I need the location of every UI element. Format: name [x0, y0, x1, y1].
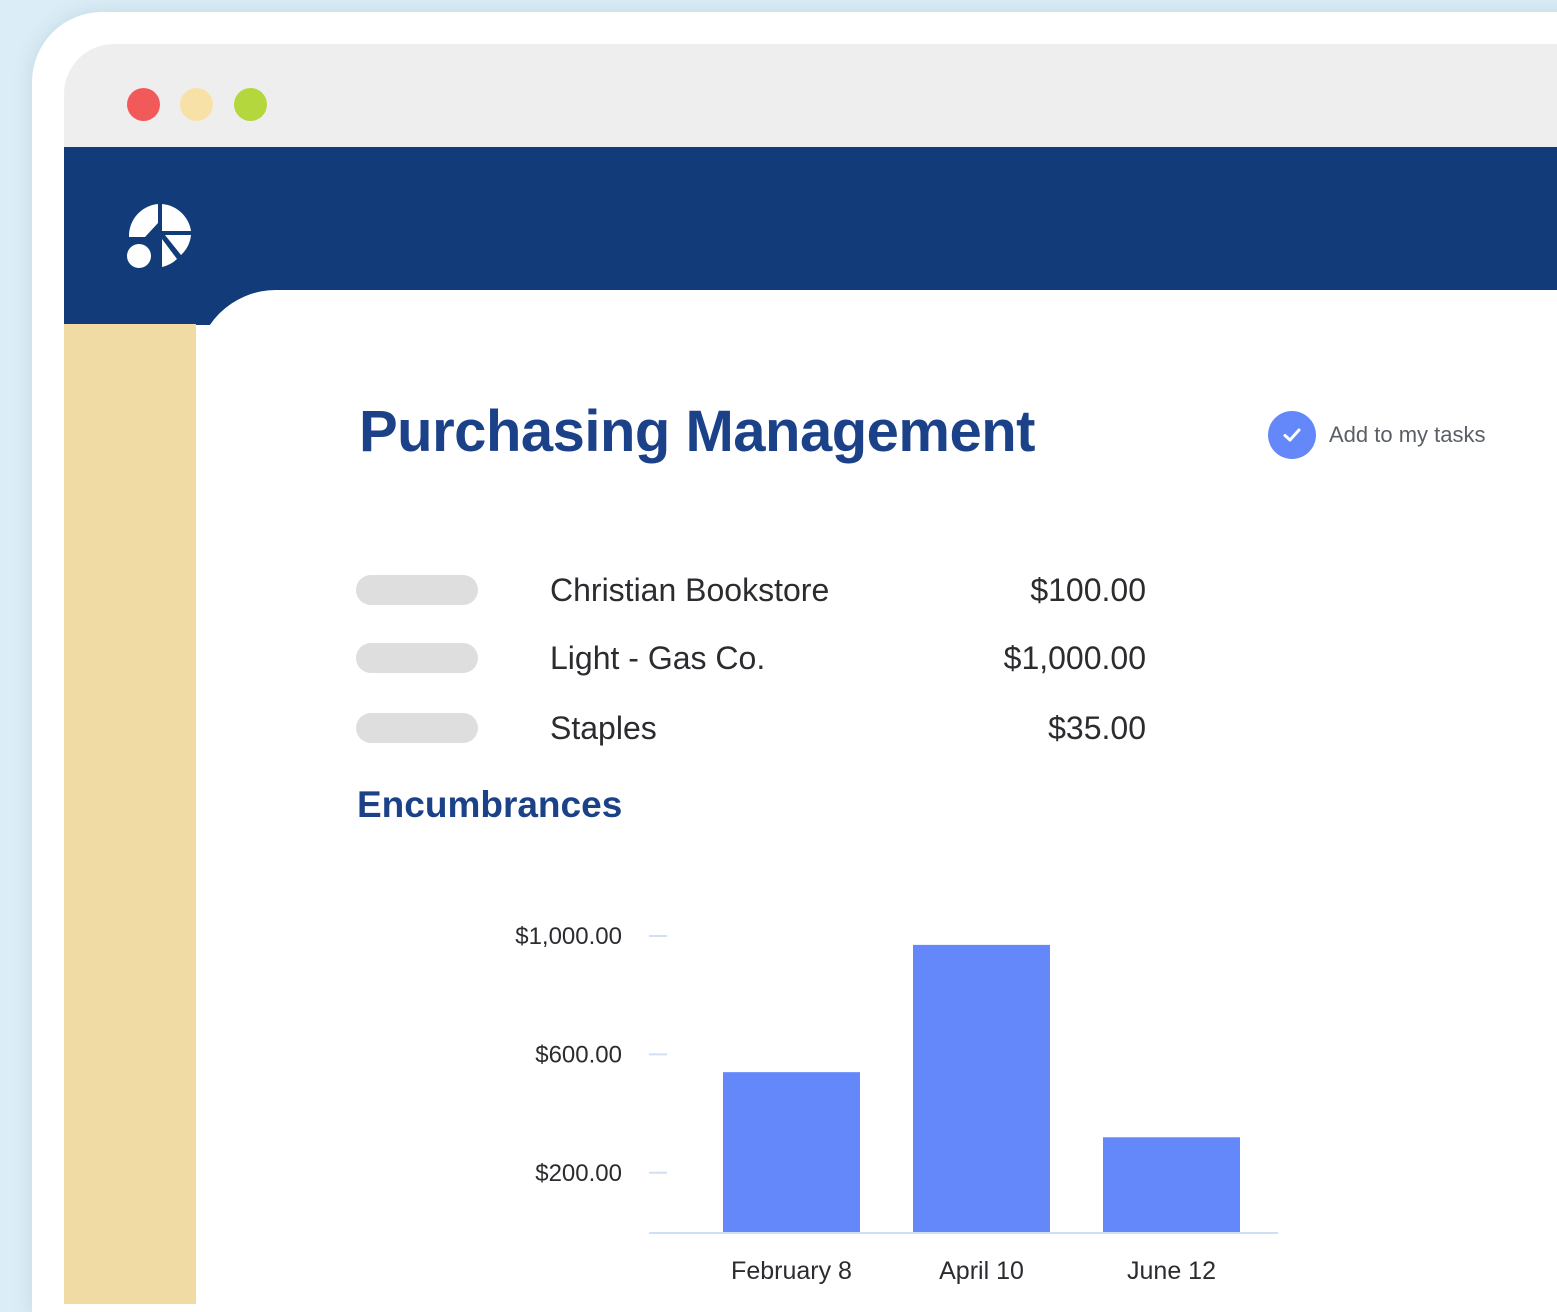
purchase-amount: $1,000.00 — [1003, 640, 1146, 676]
encumbrances-bar-chart: $1,000.00 $600.00 $200.00 February 8 April 1… — [515, 923, 1278, 1285]
purchase-row[interactable]: Staples $35.00 — [356, 710, 1146, 750]
vendor-name: Christian Bookstore — [550, 572, 830, 608]
x-tick-label: June 12 — [1127, 1257, 1216, 1285]
row-placeholder-pill — [356, 575, 478, 605]
encumbrances-title: Encumbrances — [357, 784, 623, 825]
purchase-amount: $35.00 — [1048, 710, 1146, 746]
maximize-window-button[interactable] — [234, 88, 267, 121]
checkmark-icon — [1268, 411, 1316, 459]
y-tick-label: $200.00 — [535, 1160, 622, 1187]
close-window-button[interactable] — [127, 88, 160, 121]
y-tick-label: $600.00 — [535, 1041, 622, 1068]
x-tick-label: April 10 — [939, 1257, 1024, 1285]
minimize-window-button[interactable] — [180, 88, 213, 121]
row-placeholder-pill — [356, 643, 478, 673]
chart-bar — [913, 944, 1050, 1232]
chart-bar — [723, 1072, 860, 1232]
y-tick-label: $1,000.00 — [515, 923, 622, 950]
app-window: Purchasing Management Add to my tasks Ch… — [64, 44, 1557, 1304]
pie-chart-logo-icon[interactable] — [125, 201, 195, 271]
purchase-row[interactable]: Light - Gas Co. $1,000.00 — [356, 640, 1146, 680]
main-content: Purchasing Management Add to my tasks Ch… — [196, 290, 1557, 1304]
x-tick-label: February 8 — [731, 1257, 852, 1285]
vendor-name: Light - Gas Co. — [550, 640, 766, 676]
purchase-amount: $100.00 — [1030, 572, 1146, 608]
vendor-name: Staples — [550, 710, 657, 746]
page-title: Purchasing Management — [359, 399, 1035, 464]
add-to-my-tasks-button[interactable]: Add to my tasks — [1268, 410, 1486, 460]
purchase-row[interactable]: Christian Bookstore $100.00 — [356, 572, 1146, 612]
row-placeholder-pill — [356, 713, 478, 743]
chart-bar — [1103, 1137, 1240, 1232]
add-to-my-tasks-label: Add to my tasks — [1329, 422, 1486, 447]
window-titlebar — [64, 44, 1557, 147]
sidebar — [64, 324, 196, 1304]
